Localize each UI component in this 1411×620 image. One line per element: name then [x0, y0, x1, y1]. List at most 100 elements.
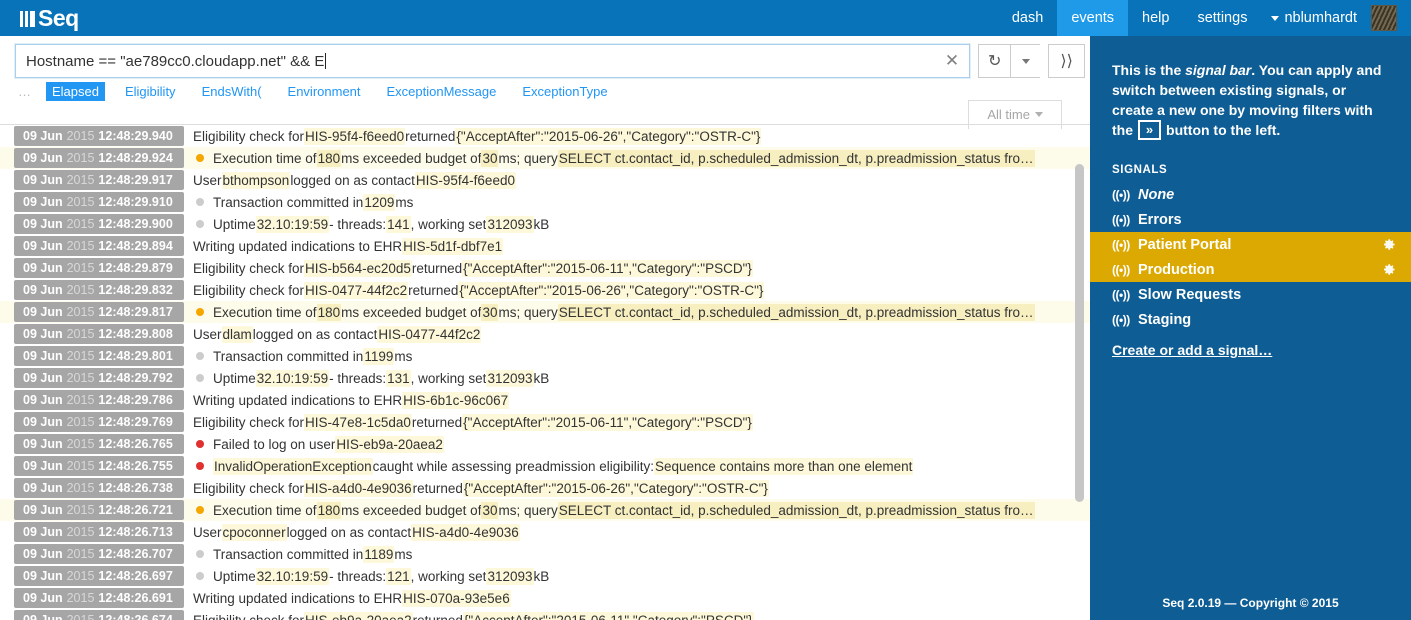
signal-item-slow-requests[interactable]: ((•)) Slow Requests	[1090, 282, 1411, 307]
event-token-highlight[interactable]: 1209	[363, 193, 396, 211]
signal-item-none[interactable]: ((•)) None	[1090, 182, 1411, 207]
signal-item-production[interactable]: ((•)) Production	[1090, 257, 1411, 282]
event-token-highlight[interactable]: HIS-eb9a-20aea2	[304, 611, 413, 620]
event-token-highlight[interactable]: 131	[386, 369, 411, 387]
event-row[interactable]: 09 Jun 2015 12:48:26.738 Eligibility check …	[0, 477, 1090, 499]
event-token-highlight[interactable]: 1189	[363, 545, 395, 563]
gear-icon[interactable]	[1381, 262, 1397, 278]
event-token-highlight[interactable]: HIS-070a-93e5e6	[402, 589, 511, 607]
double-chevron-right-icon[interactable]: ⟩⟩	[1048, 44, 1085, 78]
event-token-highlight[interactable]: 32.10:19:59	[255, 215, 330, 233]
event-token-highlight[interactable]: 312093	[486, 567, 534, 585]
suggestion-elapsed[interactable]: Elapsed	[46, 81, 105, 101]
event-token-highlight[interactable]: 32.10:19:59	[255, 567, 330, 585]
event-token-highlight[interactable]: 312093	[486, 215, 534, 233]
event-row[interactable]: 09 Jun 2015 12:48:26.713 User cpoconner log…	[0, 521, 1090, 543]
event-token-highlight[interactable]: 30	[481, 303, 499, 321]
nav-item-events[interactable]: events	[1057, 0, 1129, 36]
event-token-highlight[interactable]: 1199	[363, 347, 395, 365]
signal-item-errors[interactable]: ((•)) Errors	[1090, 207, 1411, 232]
event-token-highlight[interactable]: HIS-95f4-f6eed0	[414, 171, 516, 189]
event-token-highlight[interactable]: 30	[481, 501, 499, 519]
event-token-highlight[interactable]: HIS-a4d0-4e9036	[411, 523, 520, 541]
event-row[interactable]: 09 Jun 2015 12:48:29.808 User dlam logged o…	[0, 323, 1090, 345]
event-token-highlight[interactable]: {"AcceptAfter":"2015-06-26","Category":"…	[462, 479, 769, 497]
user-menu[interactable]: nblumhardt	[1261, 0, 1363, 36]
signal-item-staging[interactable]: ((•)) Staging	[1090, 307, 1411, 332]
event-token-highlight[interactable]: SELECT ct.contact_id, p.scheduled_admiss…	[557, 149, 1035, 167]
event-token-highlight[interactable]: HIS-6b1c-96c067	[402, 391, 510, 409]
refresh-icon[interactable]: ↻	[978, 44, 1011, 78]
event-row[interactable]: 09 Jun 2015 12:48:26.721 Execution time of …	[0, 499, 1090, 521]
event-token-highlight[interactable]: HIS-0477-44f2c2	[377, 325, 482, 343]
event-token-highlight[interactable]: SELECT ct.contact_id, p.scheduled_admiss…	[557, 501, 1035, 519]
event-token-highlight[interactable]: 121	[386, 567, 411, 585]
nav-item-settings[interactable]: settings	[1183, 0, 1261, 36]
event-token-highlight[interactable]: cpoconner	[221, 523, 287, 541]
event-token-highlight[interactable]: HIS-a4d0-4e9036	[304, 479, 413, 497]
event-token-highlight[interactable]: 180	[316, 303, 342, 321]
event-row[interactable]: 09 Jun 2015 12:48:29.910 Transaction commit…	[0, 191, 1090, 213]
avatar[interactable]	[1371, 5, 1397, 31]
search-input[interactable]: Hostname == "ae789cc0.cloudapp.net" && E…	[15, 44, 970, 78]
event-row[interactable]: 09 Jun 2015 12:48:29.769 Eligibility check …	[0, 411, 1090, 433]
refresh-options-button[interactable]	[1010, 44, 1041, 78]
event-row[interactable]: 09 Jun 2015 12:48:29.940 Eligibility check …	[0, 125, 1090, 147]
suggestion-exceptiontype[interactable]: ExceptionType	[516, 82, 613, 101]
event-token-highlight[interactable]: HIS-0477-44f2c2	[304, 281, 409, 299]
event-row[interactable]: 09 Jun 2015 12:48:26.707 Transaction commit…	[0, 543, 1090, 565]
vertical-scrollbar[interactable]	[1075, 164, 1084, 502]
signal-item-patient-portal[interactable]: ((•)) Patient Portal	[1090, 232, 1411, 257]
event-row[interactable]: 09 Jun 2015 12:48:29.801 Transaction commit…	[0, 345, 1090, 367]
event-token-highlight[interactable]: HIS-47e8-1c5da0	[304, 413, 412, 431]
suggestion-environment[interactable]: Environment	[282, 82, 367, 101]
event-token-highlight[interactable]: InvalidOperationException	[213, 457, 373, 475]
event-token-highlight[interactable]: 180	[316, 501, 342, 519]
event-row[interactable]: 09 Jun 2015 12:48:29.792 Uptime 32.10:19:59…	[0, 367, 1090, 389]
event-token-highlight[interactable]: SELECT ct.contact_id, p.scheduled_admiss…	[557, 303, 1035, 321]
suggestion-eligibility[interactable]: Eligibility	[119, 82, 182, 101]
event-row[interactable]: 09 Jun 2015 12:48:29.917 User bthompson log…	[0, 169, 1090, 191]
event-row[interactable]: 09 Jun 2015 12:48:29.879 Eligibility check …	[0, 257, 1090, 279]
event-token-highlight[interactable]: Sequence contains more than one element	[654, 457, 914, 475]
event-token-highlight[interactable]: {"AcceptAfter":"2015-06-11","Category":"…	[462, 413, 753, 431]
query-text[interactable]: Hostname == "ae789cc0.cloudapp.net" && E	[16, 52, 935, 70]
event-token-highlight[interactable]: {"AcceptAfter":"2015-06-26","Category":"…	[455, 127, 762, 145]
event-token-highlight[interactable]: {"AcceptAfter":"2015-06-11","Category":"…	[462, 611, 754, 620]
event-token-highlight[interactable]: bthompson	[221, 171, 291, 189]
event-row[interactable]: 09 Jun 2015 12:48:29.786 Writing updated in…	[0, 389, 1090, 411]
event-row[interactable]: 09 Jun 2015 12:48:29.832 Eligibility check …	[0, 279, 1090, 301]
event-token-highlight[interactable]: 30	[481, 149, 499, 167]
gear-icon[interactable]	[1381, 237, 1397, 253]
event-list[interactable]: 09 Jun 2015 12:48:29.940 Eligibility check …	[0, 124, 1090, 620]
suggestion-exceptionmessage[interactable]: ExceptionMessage	[381, 82, 503, 101]
event-row[interactable]: 09 Jun 2015 12:48:26.755 InvalidOperationEx…	[0, 455, 1090, 477]
create-or-add-signal-link[interactable]: Create or add a signal…	[1112, 342, 1272, 358]
event-token-highlight[interactable]: dlam	[221, 325, 253, 343]
event-token-highlight[interactable]: 32.10:19:59	[255, 369, 330, 387]
event-token-highlight[interactable]: 312093	[486, 369, 534, 387]
suggestions-overflow[interactable]: …	[18, 84, 32, 99]
event-token-highlight[interactable]: HIS-eb9a-20aea2	[335, 435, 444, 453]
event-token-highlight[interactable]: {"AcceptAfter":"2015-06-11","Category":"…	[462, 259, 753, 277]
event-token: ms	[395, 194, 414, 210]
nav-item-dash[interactable]: dash	[998, 0, 1057, 36]
app-logo[interactable]: Seq	[0, 0, 91, 36]
event-row[interactable]: 09 Jun 2015 12:48:29.817 Execution time of …	[0, 301, 1090, 323]
nav-item-help[interactable]: help	[1128, 0, 1183, 36]
event-row[interactable]: 09 Jun 2015 12:48:26.691 Writing updated in…	[0, 587, 1090, 609]
event-token-highlight[interactable]: HIS-5d1f-dbf7e1	[402, 237, 504, 255]
close-icon[interactable]: ✕	[935, 45, 969, 77]
event-token-highlight[interactable]: {"AcceptAfter":"2015-06-26","Category":"…	[458, 281, 765, 299]
event-row[interactable]: 09 Jun 2015 12:48:29.894 Writing updated in…	[0, 235, 1090, 257]
event-token-highlight[interactable]: 180	[316, 149, 342, 167]
event-token-highlight[interactable]: HIS-b564-ec20d5	[304, 259, 412, 277]
event-row[interactable]: 09 Jun 2015 12:48:29.924 Execution time of …	[0, 147, 1090, 169]
event-row[interactable]: 09 Jun 2015 12:48:26.697 Uptime 32.10:19:59…	[0, 565, 1090, 587]
event-row[interactable]: 09 Jun 2015 12:48:26.765 Failed to log on u…	[0, 433, 1090, 455]
event-token-highlight[interactable]: HIS-95f4-f6eed0	[304, 127, 406, 145]
event-row[interactable]: 09 Jun 2015 12:48:26.674 Eligibility check …	[0, 609, 1090, 620]
event-token-highlight[interactable]: 141	[386, 215, 411, 233]
suggestion-endswith[interactable]: EndsWith(	[196, 82, 268, 101]
event-row[interactable]: 09 Jun 2015 12:48:29.900 Uptime 32.10:19:59…	[0, 213, 1090, 235]
